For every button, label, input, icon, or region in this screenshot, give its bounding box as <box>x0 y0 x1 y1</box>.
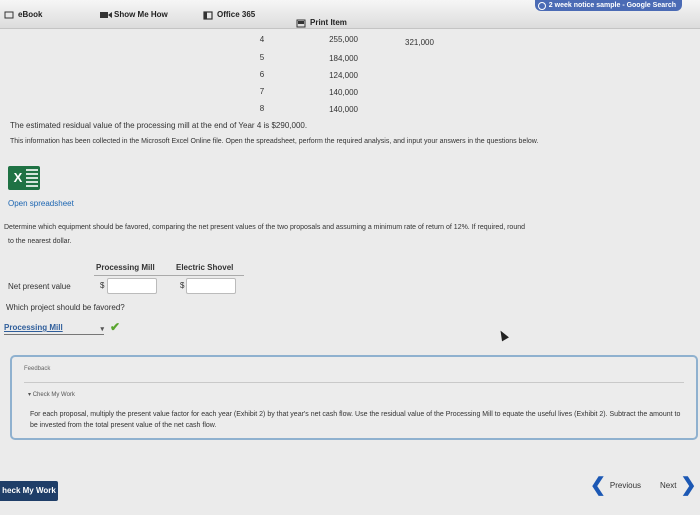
book-icon <box>4 11 14 19</box>
processing-cell: 140,000 <box>329 88 358 97</box>
header-divider <box>94 275 244 276</box>
ebook-button[interactable]: eBook <box>4 10 42 19</box>
show-me-how-button[interactable]: Show Me How <box>100 10 168 19</box>
favored-question: Which project should be favored? <box>6 303 125 312</box>
year-cell: 5 <box>259 53 265 62</box>
year-cell: 6 <box>259 70 265 79</box>
year-cell: 4 <box>259 35 265 44</box>
residual-value-text: The estimated residual value of the proc… <box>10 121 308 130</box>
favored-select-value: Processing Mill <box>4 323 63 332</box>
check-my-work-text: Check My Work <box>32 392 75 398</box>
year-cell: 8 <box>259 104 265 113</box>
feedback-panel: Feedback ▾ Check My Work For each propos… <box>10 355 698 440</box>
dollar-sign: $ <box>180 281 185 290</box>
previous-label: Previous <box>609 481 642 490</box>
triangle-down-icon: ▾ <box>28 392 32 398</box>
electric-cell: 321,000 <box>405 38 434 47</box>
previous-button[interactable]: ❮ Previous <box>590 476 641 495</box>
dollar-sign: $ <box>100 281 105 290</box>
open-spreadsheet-link[interactable]: Open spreadsheet <box>8 199 74 208</box>
processing-cell: 140,000 <box>329 105 358 114</box>
feedback-divider <box>24 382 684 383</box>
next-label: Next <box>660 481 677 490</box>
question-text-line2: to the nearest dollar. <box>8 238 72 245</box>
office365-button[interactable]: Office 365 <box>203 10 256 20</box>
print-item-button[interactable]: Print Item <box>296 18 347 27</box>
favored-select[interactable]: Processing Mill ▾ <box>4 323 104 335</box>
mouse-cursor-icon <box>497 328 509 342</box>
npv-processing-input[interactable] <box>107 278 157 294</box>
chevron-right-icon: ❯ <box>680 475 697 496</box>
npv-electric-input[interactable] <box>186 278 236 294</box>
checkmark-icon: ✔ <box>110 320 121 334</box>
excel-icon[interactable]: X <box>8 166 40 190</box>
chevron-left-icon: ❮ <box>590 475 606 496</box>
npv-label: Net present value <box>8 282 71 291</box>
check-my-work-button[interactable]: heck My Work <box>0 481 58 501</box>
chevron-down-icon: ▾ <box>100 326 104 333</box>
open-spreadsheet-label: Open spreadsheet <box>8 199 74 208</box>
info-text: This information has been collected in t… <box>10 138 539 145</box>
feedback-title: Feedback <box>24 366 51 372</box>
print-item-label: Print Item <box>310 18 347 27</box>
processing-cell: 184,000 <box>329 54 358 63</box>
ebook-label: eBook <box>18 10 43 19</box>
show-me-how-label: Show Me How <box>114 10 168 19</box>
next-button[interactable]: Next ❯ <box>660 476 696 495</box>
question-text-line1: Determine which equipment should be favo… <box>4 224 526 231</box>
year-cell: 7 <box>259 87 265 96</box>
top-toolbar: eBook Show Me How Office 365 Print Item … <box>0 0 700 29</box>
feedback-check-label: ▾ Check My Work <box>28 391 75 398</box>
print-icon <box>296 19 306 27</box>
video-icon <box>100 11 112 19</box>
search-tab-chip[interactable]: 2 week notice sample - Google Search <box>534 0 682 11</box>
office365-label: Office 365 <box>217 10 256 19</box>
processing-cell: 255,000 <box>329 35 358 44</box>
col-header-electric: Electric Shovel <box>176 263 234 272</box>
office-icon <box>203 10 213 20</box>
feedback-text: For each proposal, multiply the present … <box>30 411 681 429</box>
col-header-processing: Processing Mill <box>96 263 155 272</box>
processing-cell: 124,000 <box>329 71 358 80</box>
